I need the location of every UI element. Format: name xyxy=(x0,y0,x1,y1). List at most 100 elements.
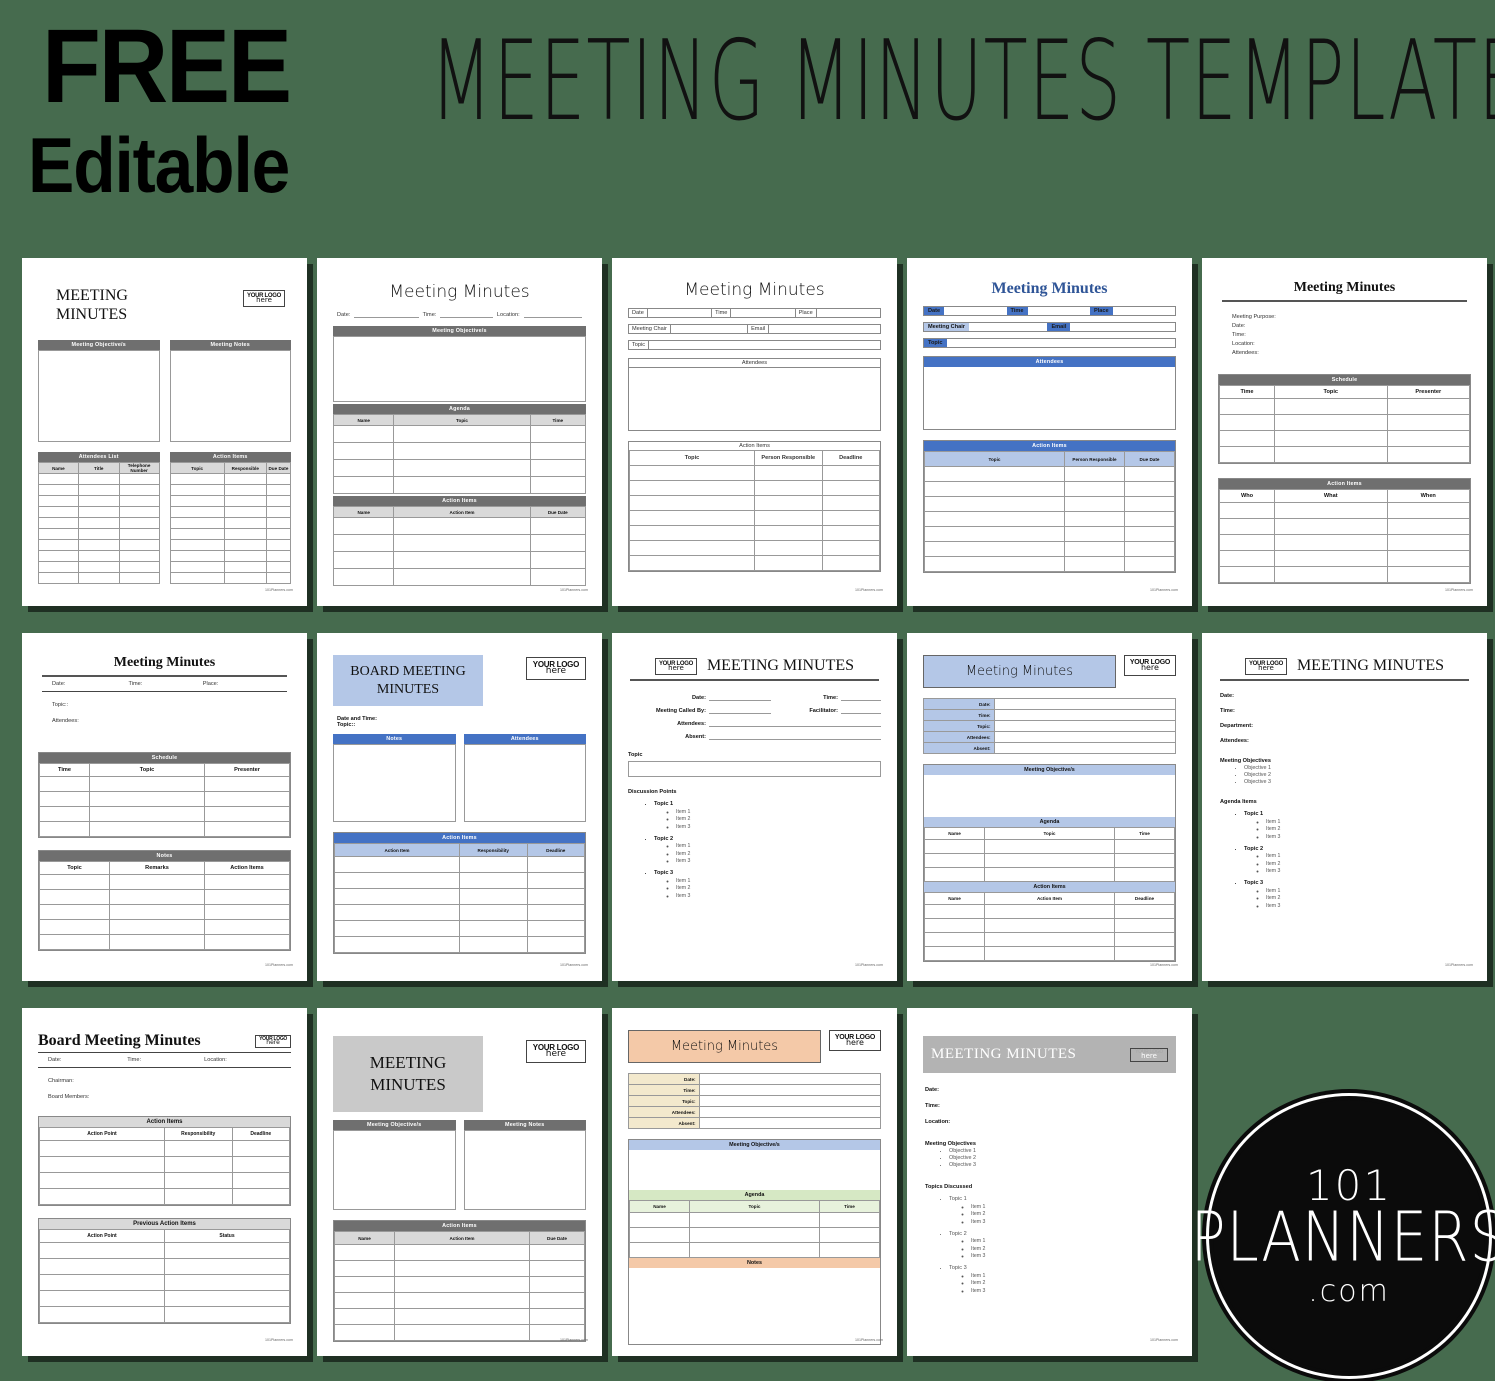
col-header: When xyxy=(1420,493,1436,499)
field-label: Chairman: xyxy=(48,1078,74,1084)
col-header: Name xyxy=(52,465,65,471)
template-card-13[interactable]: Meeting Minutes YOUR LOGO here Date: Tim… xyxy=(612,1008,897,1356)
field-input[interactable] xyxy=(440,310,493,318)
action-items-table[interactable]: Who What When xyxy=(1219,489,1470,583)
meta-table[interactable]: Date: Time: Topic: Attendees: Absent: xyxy=(923,698,1177,754)
template-3-title: Meeting Minutes xyxy=(684,280,825,300)
template-13-title: Meeting Minutes xyxy=(628,1030,821,1063)
field-input[interactable] xyxy=(1113,307,1175,315)
field-input[interactable] xyxy=(969,323,1047,331)
template-card-3[interactable]: Meeting Minutes Date Time Place Meeting … xyxy=(612,258,897,606)
table-row xyxy=(924,496,1175,512)
col-header: Topic xyxy=(191,465,204,471)
col-header: Due Date xyxy=(268,465,289,471)
field-label: Time xyxy=(712,309,732,317)
field-label: Attendees: xyxy=(52,718,79,724)
field-input[interactable] xyxy=(671,325,749,333)
agenda-table[interactable]: Name Topic Time xyxy=(629,1200,880,1258)
notes-table[interactable]: Topic Remarks Action Items xyxy=(39,861,290,950)
agenda-table[interactable]: Name Topic Time xyxy=(924,827,1175,882)
list-item: Objective 3 xyxy=(1244,779,1471,785)
col-header: Topic xyxy=(67,865,82,871)
field-input[interactable] xyxy=(649,341,880,349)
topic-input[interactable] xyxy=(628,761,881,777)
action-items-table[interactable]: Topic Person Responsible Due Date xyxy=(924,451,1175,572)
action-items-table[interactable]: Topic Person Responsible Deadline xyxy=(629,450,880,571)
list-item: Topic 2 Item 1 Item 2 Item 3 xyxy=(654,836,881,865)
table-row xyxy=(1219,566,1470,583)
template-card-7[interactable]: BOARD MEETING MINUTES YOUR LOGO here Dat… xyxy=(317,633,602,981)
logo-placeholder: YOUR LOGO here xyxy=(1130,1047,1168,1062)
field-input[interactable] xyxy=(769,325,880,333)
list-item: Item 1 xyxy=(1266,853,1471,859)
col-header: Time xyxy=(1240,389,1254,395)
credit-text: 101Planners.com xyxy=(560,588,588,592)
field-input[interactable] xyxy=(709,732,881,740)
field-input[interactable] xyxy=(947,339,1175,347)
table-row: Date: xyxy=(628,1073,882,1085)
template-card-5[interactable]: Meeting Minutes Meeting Purpose: Date: T… xyxy=(1202,258,1487,606)
field-input[interactable] xyxy=(709,693,771,701)
template-10-title: MEETING MINUTES xyxy=(1296,657,1445,674)
table-row xyxy=(38,484,160,497)
section-header: Action Items xyxy=(924,441,1175,451)
field-input[interactable] xyxy=(648,309,713,317)
col-header: Topic xyxy=(1043,831,1056,836)
field-input[interactable] xyxy=(709,706,771,714)
field-input[interactable] xyxy=(817,309,880,317)
template-card-14[interactable]: MEETING MINUTES YOUR LOGO here Date: Tim… xyxy=(907,1008,1192,1356)
table-row xyxy=(38,528,160,541)
action-items-table[interactable]: Name Action Item Due Date xyxy=(332,506,587,586)
col-header: Person Responsible xyxy=(761,455,816,461)
field-input[interactable] xyxy=(731,309,796,317)
table-row xyxy=(629,1242,880,1258)
field-input[interactable] xyxy=(944,307,1006,315)
field-input[interactable] xyxy=(523,310,582,318)
meta-table[interactable]: Date: Time: Topic: Attendees: Absent: xyxy=(628,1073,882,1129)
brand-line-3: .com xyxy=(1308,1274,1390,1310)
hero-banner: FREE Editable MEETING MINUTES TEMPLATES xyxy=(0,0,1495,240)
action-items-table[interactable]: Action Point Responsibility Deadline xyxy=(39,1127,290,1205)
field-input[interactable] xyxy=(709,719,881,727)
field-input xyxy=(698,1117,882,1129)
template-card-2[interactable]: Meeting Minutes Date: Time: Location: Me… xyxy=(317,258,602,606)
agenda-label: Agenda Items xyxy=(1220,799,1257,805)
field-input[interactable] xyxy=(354,310,419,318)
template-card-11[interactable]: Board Meeting Minutes YOUR LOGO here Dat… xyxy=(22,1008,307,1356)
agenda-table[interactable]: Name Topic Time xyxy=(332,414,587,494)
table-row xyxy=(169,539,292,552)
previous-action-items-table[interactable]: Action Point Status xyxy=(39,1229,290,1323)
template-card-10[interactable]: YOUR LOGO here MEETING MINUTES Date: Tim… xyxy=(1202,633,1487,981)
template-card-12[interactable]: MEETING MINUTES YOUR LOGO here Meeting O… xyxy=(317,1008,602,1356)
col-header: Action Point xyxy=(87,1233,117,1239)
field-input[interactable] xyxy=(841,706,881,714)
list-item: Objective 2 xyxy=(949,1155,1176,1161)
action-items-table[interactable]: Topic Responsible Due Date xyxy=(169,462,292,585)
table-row xyxy=(924,511,1175,527)
attendees-table[interactable]: Name Title Telephone Number xyxy=(38,462,160,585)
schedule-table[interactable]: Time Topic Presenter xyxy=(1219,385,1470,463)
field-label: Place: xyxy=(202,681,219,687)
field-input[interactable] xyxy=(841,693,881,701)
table-row xyxy=(39,904,290,920)
schedule-table[interactable]: Time Topic Presenter xyxy=(39,763,290,837)
list-item: Item 1 xyxy=(676,843,881,849)
field-label: Absent: xyxy=(678,1120,696,1126)
action-items-table[interactable]: Name Action Item Deadline xyxy=(924,892,1175,961)
field-label: Time: xyxy=(128,681,143,687)
col-header: Time xyxy=(58,767,71,773)
field-input[interactable] xyxy=(1070,323,1175,331)
field-label: Location: xyxy=(1232,341,1255,347)
template-card-1[interactable]: MEETING MINUTES YOUR LOGO here Meeting Ob… xyxy=(22,258,307,606)
brand-logo-badge[interactable]: 101 PLANNERS .com xyxy=(1191,1100,1495,1372)
template-card-9[interactable]: Meeting Minutes YOUR LOGO here Date: Tim… xyxy=(907,633,1192,981)
field-input[interactable] xyxy=(1028,307,1090,315)
action-items-table[interactable]: Name Action Item Due Date xyxy=(334,1231,585,1342)
table-row: Topic: xyxy=(628,1095,882,1107)
template-card-6[interactable]: Meeting Minutes Date: Time: Place: Topic… xyxy=(22,633,307,981)
template-card-4[interactable]: Meeting Minutes Date Time Place Meeting … xyxy=(907,258,1192,606)
field-label: Time: xyxy=(1220,708,1235,714)
table-row xyxy=(334,1260,585,1278)
template-card-8[interactable]: YOUR LOGO here MEETING MINUTES Date: Tim… xyxy=(612,633,897,981)
action-items-table[interactable]: Action Item Responsibility Deadline xyxy=(334,843,585,953)
